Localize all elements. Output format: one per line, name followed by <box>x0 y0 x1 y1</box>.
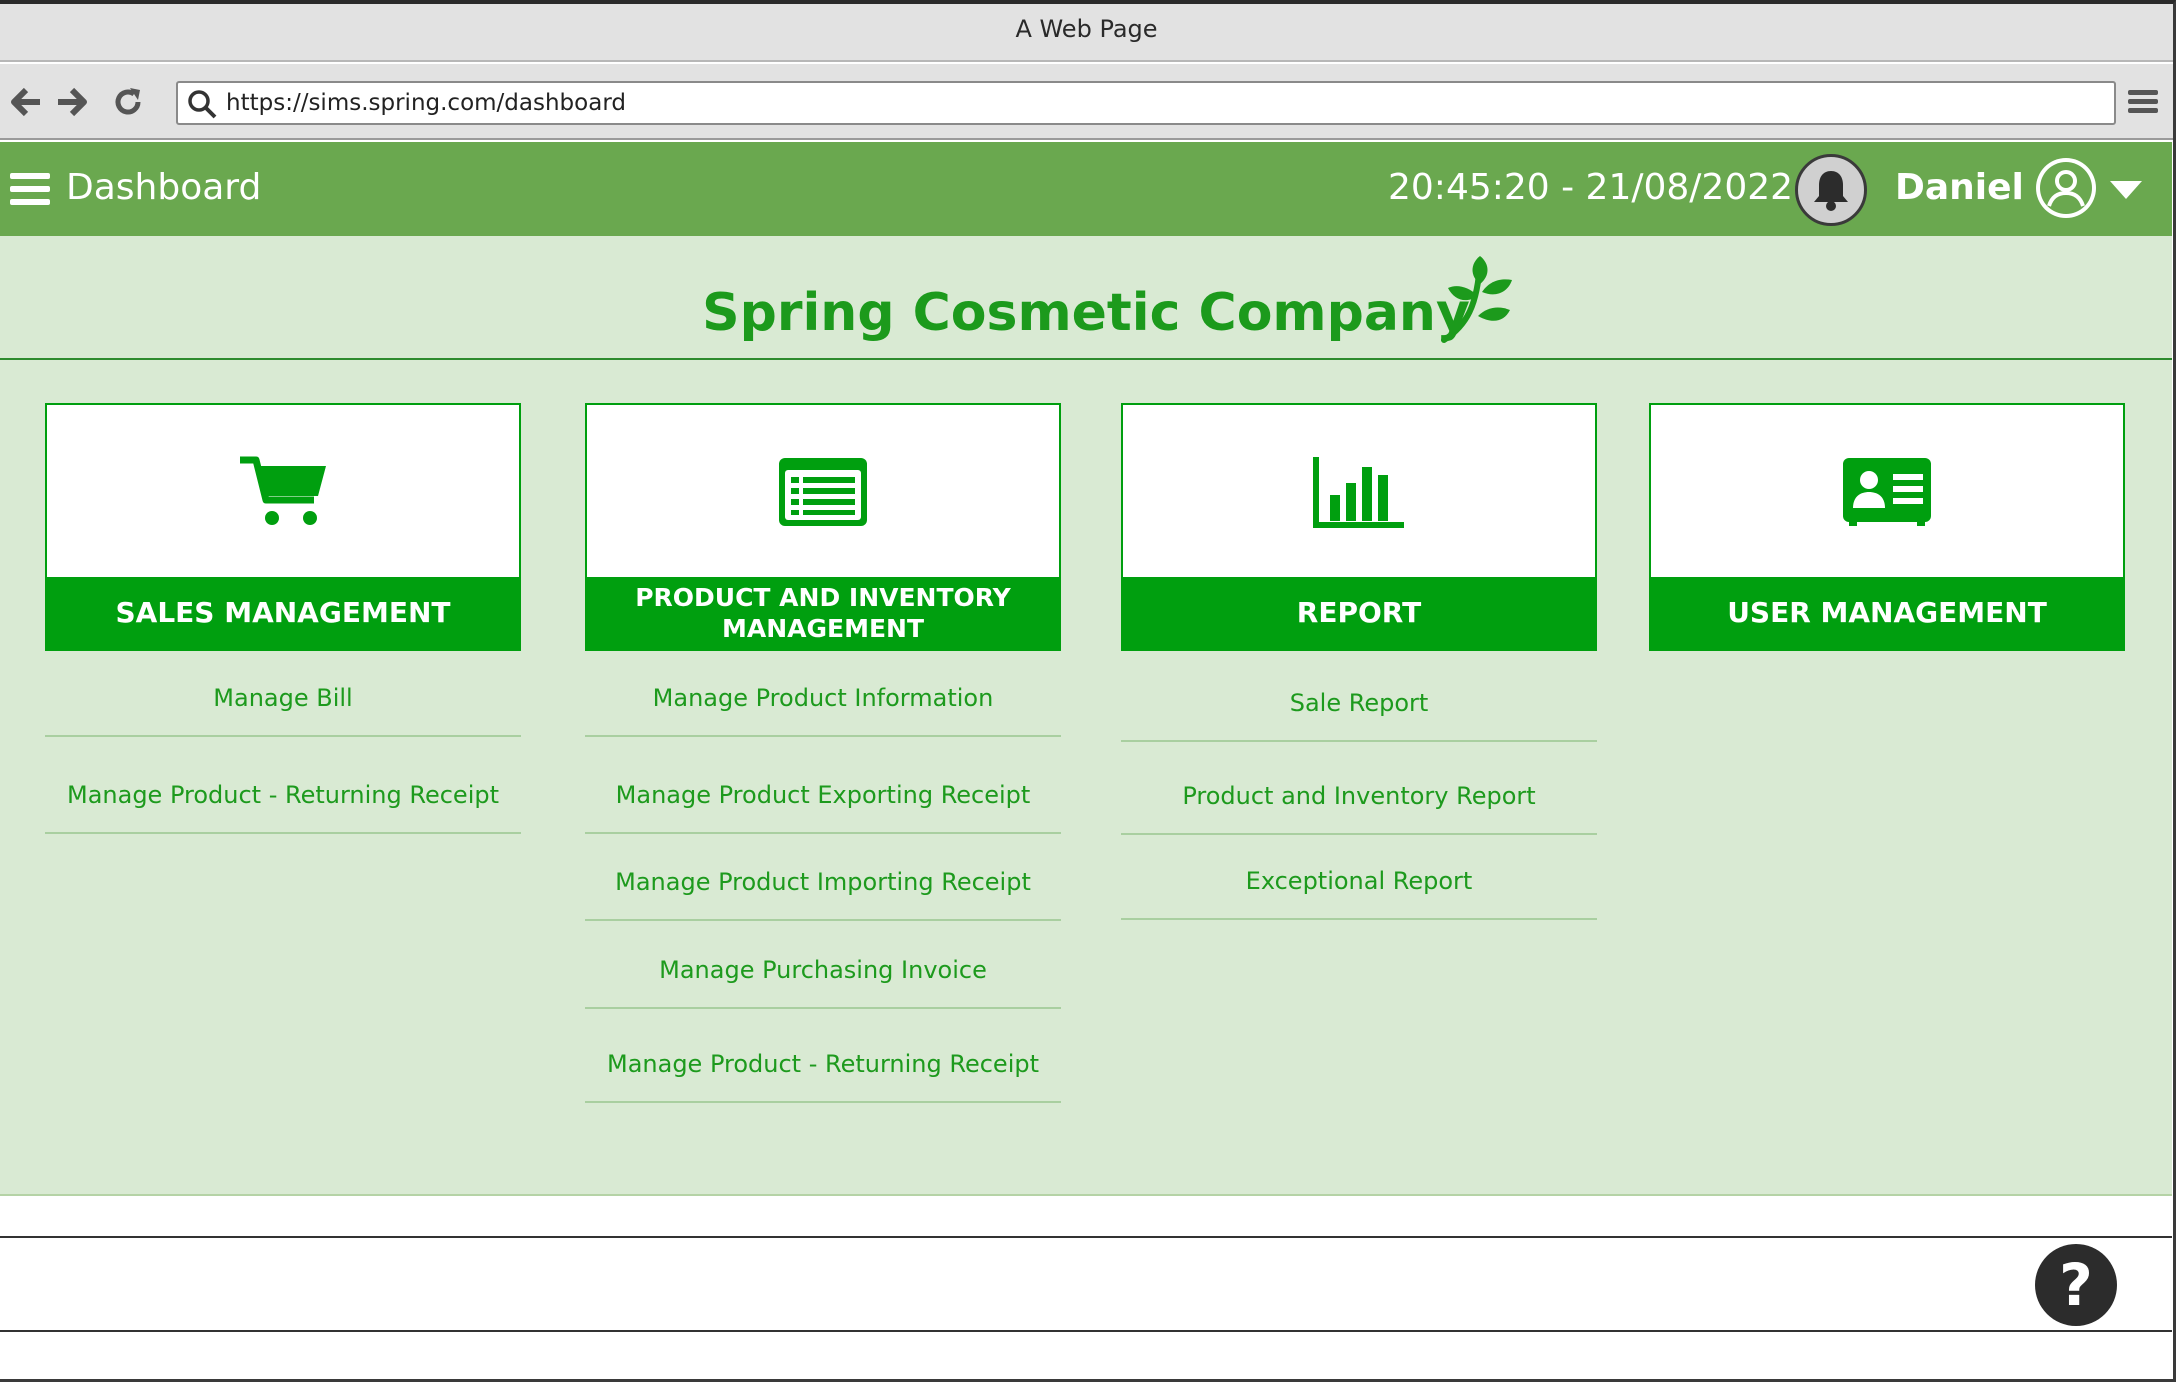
link-sale-report[interactable]: Sale Report <box>1121 686 1597 742</box>
address-bar[interactable] <box>176 81 2116 125</box>
user-name[interactable]: Daniel <box>1895 164 2024 212</box>
sales-management-label: SALES MANAGEMENT <box>47 577 519 649</box>
user-management-card[interactable]: USER MANAGEMENT <box>1649 403 2125 651</box>
link-manage-purchasing-invoice[interactable]: Manage Purchasing Invoice <box>585 953 1061 1009</box>
user-avatar-icon[interactable] <box>2034 156 2098 220</box>
link-manage-product-information[interactable]: Manage Product Information <box>585 681 1061 737</box>
product-inventory-card[interactable]: PRODUCT AND INVENTORY MANAGEMENT <box>585 403 1061 651</box>
forward-button[interactable] <box>52 82 92 122</box>
browser-menu-icon[interactable] <box>2125 84 2161 120</box>
link-product-manage-returning-receipt[interactable]: Manage Product - Returning Receipt <box>585 1047 1061 1103</box>
list-icon <box>779 458 867 526</box>
back-button[interactable] <box>6 82 46 122</box>
datetime-display: 20:45:20 - 21/08/2022 <box>1388 167 1794 208</box>
bar-chart-icon <box>1313 457 1404 528</box>
app-header: Dashboard 20:45:20 - 21/08/2022 Daniel <box>0 142 2172 236</box>
sales-management-card[interactable]: SALES MANAGEMENT <box>45 403 521 651</box>
product-inventory-label: PRODUCT AND INVENTORY MANAGEMENT <box>587 577 1059 649</box>
report-card[interactable]: REPORT <box>1121 403 1597 651</box>
help-button[interactable]: ? <box>2035 1244 2117 1326</box>
leaf-logo-icon <box>1441 256 1512 343</box>
bell-icon <box>1814 171 1848 211</box>
url-input[interactable] <box>226 87 2096 119</box>
footer-bar: ? <box>0 1236 2172 1332</box>
company-name: Spring Cosmetic Company <box>702 283 1470 343</box>
help-icon: ? <box>2059 1251 2093 1319</box>
link-product-inventory-report[interactable]: Product and Inventory Report <box>1121 779 1597 835</box>
reload-icon <box>115 88 141 115</box>
report-label: REPORT <box>1123 577 1595 649</box>
reload-button[interactable] <box>108 82 148 122</box>
search-icon <box>188 90 217 119</box>
browser-window: A Web Page Dashboard 20:45:20 - 21/08/20… <box>0 0 2176 1382</box>
browser-title-bar: A Web Page <box>0 4 2173 62</box>
arrow-right-icon <box>58 87 87 117</box>
browser-title: A Web Page <box>1015 15 1158 43</box>
link-sales-manage-returning-receipt[interactable]: Manage Product - Returning Receipt <box>45 778 521 834</box>
user-management-label: USER MANAGEMENT <box>1651 577 2123 649</box>
notifications-button[interactable] <box>1795 154 1867 226</box>
link-manage-bill[interactable]: Manage Bill <box>45 681 521 737</box>
id-card-icon <box>1843 458 1931 526</box>
link-exceptional-report[interactable]: Exceptional Report <box>1121 864 1597 920</box>
link-manage-product-importing-receipt[interactable]: Manage Product Importing Receipt <box>585 865 1061 921</box>
page-title: Dashboard <box>66 167 262 208</box>
hamburger-menu-icon[interactable] <box>10 172 50 206</box>
browser-toolbar <box>0 64 2173 140</box>
arrow-left-icon <box>11 87 40 117</box>
chevron-down-icon[interactable] <box>2108 178 2144 202</box>
link-manage-product-exporting-receipt[interactable]: Manage Product Exporting Receipt <box>585 778 1061 834</box>
company-banner: Spring Cosmetic Company <box>0 236 2172 360</box>
shopping-cart-icon <box>240 456 326 525</box>
